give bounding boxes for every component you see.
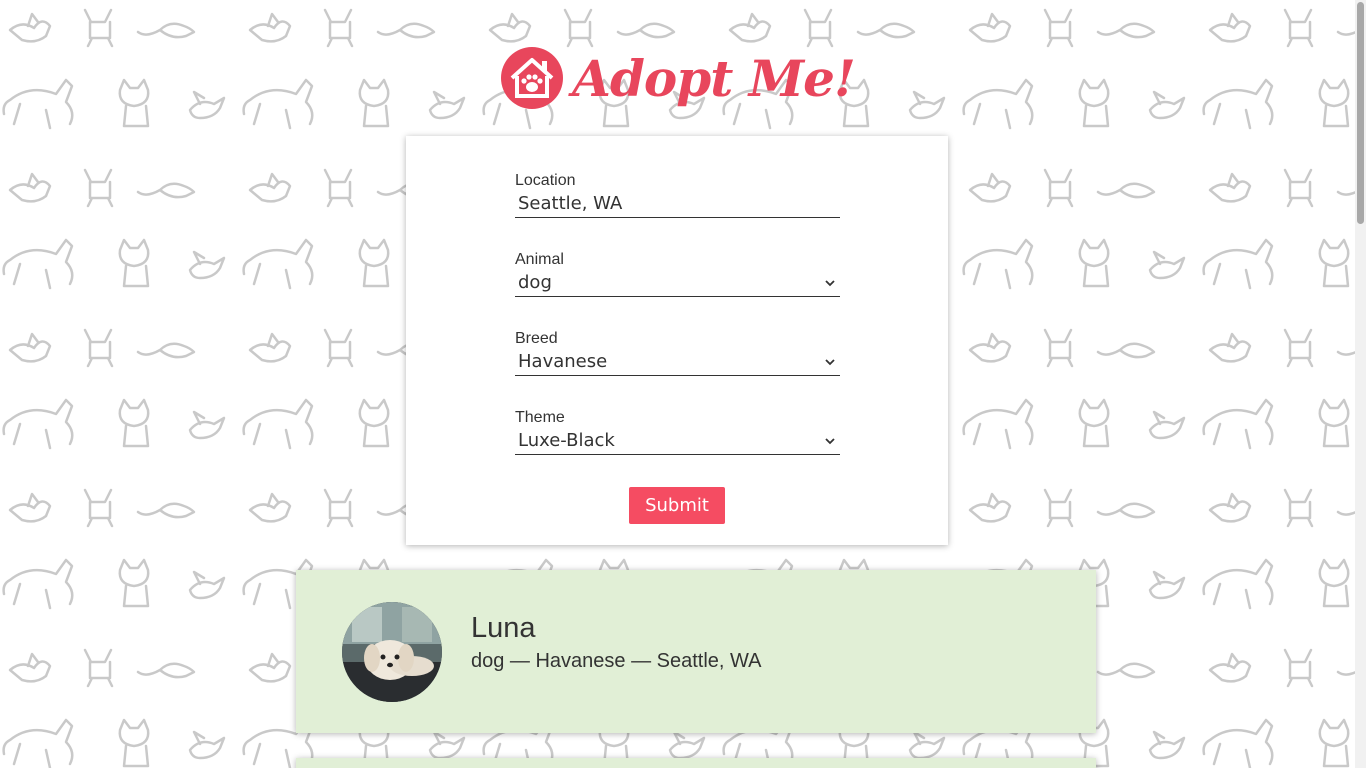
breed-value: Havanese [518, 351, 608, 372]
location-label: Location [515, 172, 576, 189]
animal-select[interactable]: dog [515, 269, 840, 297]
breed-field: Breed Havanese [515, 330, 840, 376]
logo-text: Adopt Me! [572, 48, 856, 108]
pet-info: dog — Havanese — Seattle, WA [471, 650, 762, 672]
breed-label: Breed [515, 330, 558, 347]
site-header: Adopt Me! [0, 36, 1355, 120]
theme-label: Theme [515, 409, 565, 426]
location-field: Location Seattle, WA [515, 172, 840, 218]
scrollbar-thumb[interactable] [1357, 2, 1364, 224]
animal-value: dog [518, 272, 552, 293]
pet-result-card[interactable]: Luna dog — Havanese — Seattle, WA [296, 570, 1096, 733]
theme-field: Theme Luxe-Black [515, 409, 840, 455]
location-value: Seattle, WA [518, 193, 623, 214]
theme-value: Luxe-Black [518, 430, 615, 451]
pet-result-card[interactable] [296, 758, 1096, 768]
breed-select[interactable]: Havanese [515, 348, 840, 376]
location-input[interactable]: Seattle, WA [515, 190, 840, 218]
logo[interactable]: Adopt Me! [500, 46, 856, 110]
chevron-down-icon [825, 279, 835, 286]
pet-name: Luna [471, 612, 536, 644]
theme-select[interactable]: Luxe-Black [515, 427, 840, 455]
pet-avatar [342, 602, 442, 702]
house-paw-icon [501, 47, 564, 109]
submit-button[interactable]: Submit [629, 487, 725, 524]
animal-label: Animal [515, 251, 564, 268]
chevron-down-icon [825, 358, 835, 365]
chevron-down-icon [825, 437, 835, 444]
page-scrollbar[interactable] [1355, 0, 1366, 768]
animal-field: Animal dog [515, 251, 840, 297]
search-form: Location Seattle, WA Animal dog Breed Ha… [406, 136, 948, 545]
